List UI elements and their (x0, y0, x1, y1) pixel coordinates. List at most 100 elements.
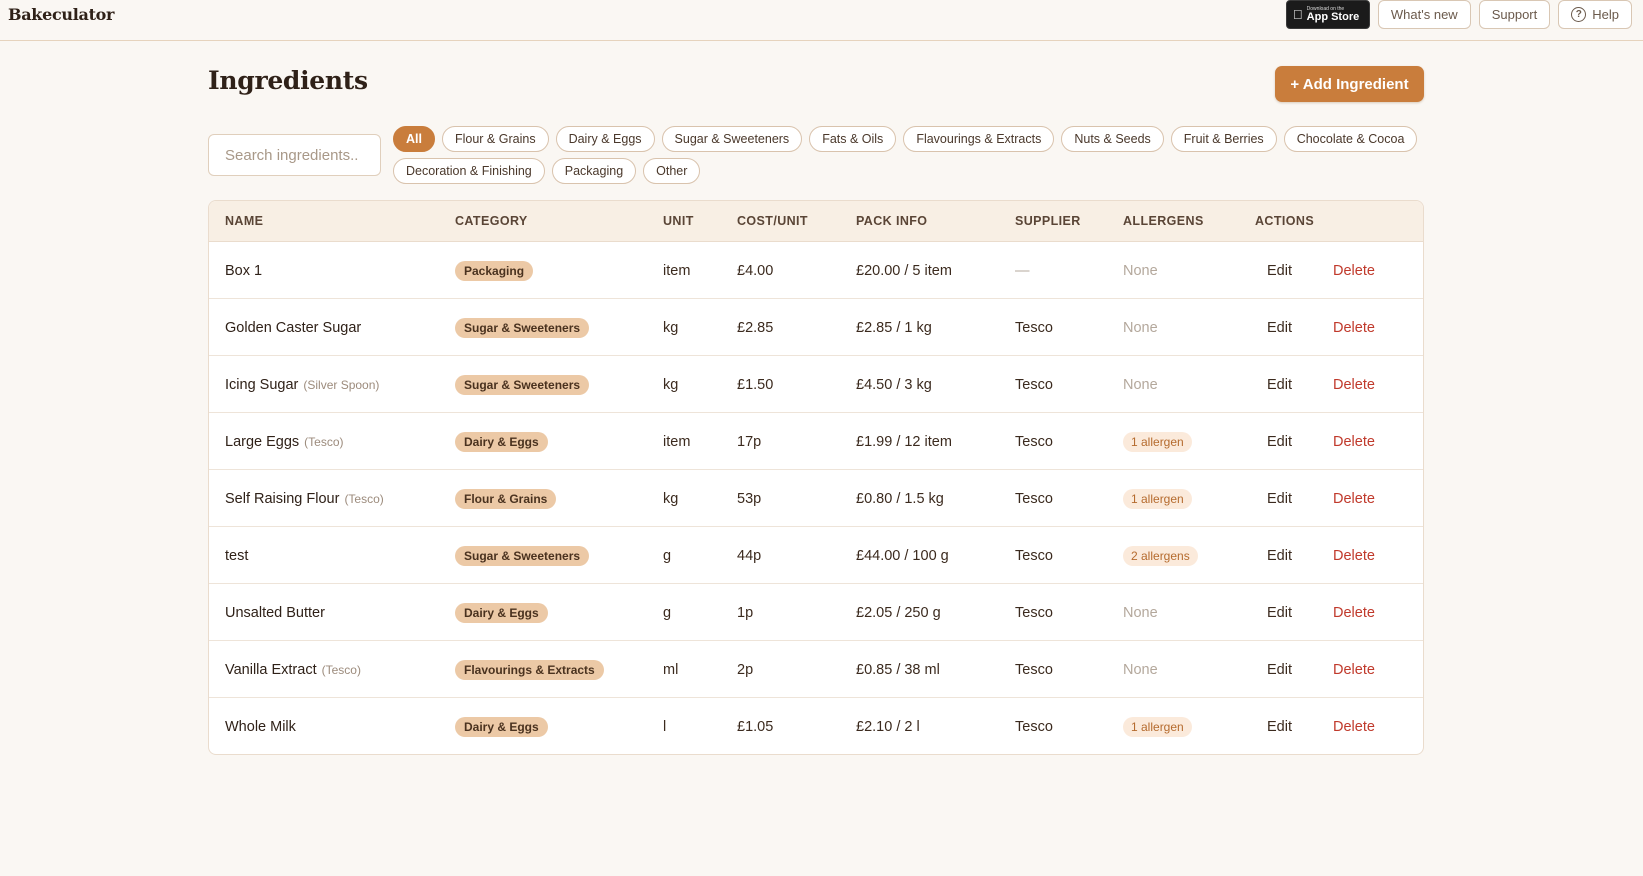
delete-button[interactable]: Delete (1333, 641, 1375, 698)
ingredient-name: test (225, 547, 249, 564)
cell-name: Vanilla Extract (Tesco) (225, 641, 361, 698)
header-supplier[interactable]: SUPPLIER (1015, 214, 1081, 228)
delete-button[interactable]: Delete (1333, 299, 1375, 356)
cell-allergens: 1 allergen (1123, 698, 1192, 754)
filter-chip[interactable]: Packaging (551, 158, 637, 184)
nav-actions:  Download on the App Store What's new S… (1285, 0, 1632, 29)
table-row[interactable]: Vanilla Extract (Tesco) Flavourings & Ex… (209, 641, 1423, 698)
table-row[interactable]: Whole Milk Dairy & Eggs l £1.05 £2.10 / … (209, 698, 1423, 754)
cell-allergens: None (1123, 356, 1158, 413)
filter-chip[interactable]: Flour & Grains (441, 126, 549, 152)
cell-supplier: — (1015, 262, 1030, 279)
table-row[interactable]: Box 1 Packaging item £4.00 £20.00 / 5 it… (209, 242, 1423, 299)
category-badge: Dairy & Eggs (455, 602, 548, 623)
filter-chip[interactable]: All (393, 126, 435, 152)
help-button[interactable]: ? Help (1558, 0, 1632, 29)
cell-name: Icing Sugar (Silver Spoon) (225, 356, 379, 413)
edit-button[interactable]: Edit (1267, 413, 1292, 470)
table-row[interactable]: Unsalted Butter Dairy & Eggs g 1p £2.05 … (209, 584, 1423, 641)
cell-unit: ml (663, 661, 679, 678)
add-ingredient-button[interactable]: + Add Ingredient (1275, 66, 1424, 102)
filter-chip[interactable]: Nuts & Seeds (1061, 126, 1164, 152)
edit-button[interactable]: Edit (1267, 470, 1292, 527)
cell-unit: kg (663, 319, 679, 336)
filter-chip[interactable]: Decoration & Finishing (393, 158, 545, 184)
filter-chip[interactable]: Dairy & Eggs (555, 126, 655, 152)
app-store-badge[interactable]:  Download on the App Store (1285, 0, 1370, 29)
ingredient-name: Vanilla Extract (225, 661, 317, 678)
cell-pack-info: £0.80 / 1.5 kg (856, 490, 944, 507)
ingredient-brand: (Silver Spoon) (303, 377, 380, 392)
header-unit[interactable]: UNIT (663, 214, 694, 228)
edit-button[interactable]: Edit (1267, 356, 1292, 413)
filter-chip[interactable]: Flavourings & Extracts (903, 126, 1055, 152)
brand-logo[interactable]: Bakeculator (8, 5, 114, 24)
top-nav: Bakeculator  Download on the App Store … (0, 0, 1643, 41)
delete-button[interactable]: Delete (1333, 584, 1375, 641)
cell-cost-unit: £1.05 (737, 718, 774, 735)
apple-icon:  (1293, 8, 1303, 21)
ingredients-table: NAME CATEGORY UNIT COST/UNIT PACK INFO S… (208, 200, 1424, 755)
cell-cost-unit: 17p (737, 433, 762, 450)
support-button[interactable]: Support (1478, 0, 1551, 29)
delete-button[interactable]: Delete (1333, 698, 1375, 754)
cell-cost-unit: 53p (737, 490, 762, 507)
cell-supplier: Tesco (1015, 376, 1053, 393)
filter-row: Decoration & Finishing Packaging Other (393, 158, 1428, 184)
cell-allergens: 1 allergen (1123, 470, 1192, 527)
cell-name: Whole Milk (225, 698, 301, 754)
edit-button[interactable]: Edit (1267, 584, 1292, 641)
table-row[interactable]: Golden Caster Sugar Sugar & Sweeteners k… (209, 299, 1423, 356)
edit-button[interactable]: Edit (1267, 698, 1292, 754)
delete-button[interactable]: Delete (1333, 242, 1375, 299)
category-badge: Sugar & Sweeteners (455, 317, 590, 338)
table-row[interactable]: Self Raising Flour (Tesco) Flour & Grain… (209, 470, 1423, 527)
cell-unit: l (663, 718, 667, 735)
header-allergens[interactable]: ALLERGENS (1123, 214, 1204, 228)
cell-category: Flour & Grains (455, 470, 557, 527)
whats-new-label: What's new (1390, 7, 1458, 22)
cell-allergens: None (1123, 299, 1158, 356)
cell-name: Large Eggs (Tesco) (225, 413, 344, 470)
filter-chip[interactable]: Chocolate & Cocoa (1283, 126, 1418, 152)
delete-button[interactable]: Delete (1333, 470, 1375, 527)
category-badge: Sugar & Sweeteners (455, 374, 590, 395)
filter-chip[interactable]: Fats & Oils (809, 126, 897, 152)
cell-name: Box 1 (225, 242, 267, 299)
cell-category: Dairy & Eggs (455, 584, 548, 641)
cell-unit: g (663, 604, 672, 621)
cell-pack-info: £2.10 / 2 l (856, 718, 920, 735)
ingredient-brand: (Tesco) (321, 662, 361, 677)
cell-supplier: Tesco (1015, 604, 1053, 621)
allergen-status: None (1123, 262, 1158, 279)
table-row[interactable]: test Sugar & Sweeteners g 44p £44.00 / 1… (209, 527, 1423, 584)
cell-pack-info: £4.50 / 3 kg (856, 376, 932, 393)
filter-chip[interactable]: Other (643, 158, 701, 184)
edit-button[interactable]: Edit (1267, 299, 1292, 356)
filter-chip[interactable]: Sugar & Sweeteners (661, 126, 803, 152)
delete-button[interactable]: Delete (1333, 356, 1375, 413)
delete-button[interactable]: Delete (1333, 413, 1375, 470)
cell-unit: kg (663, 490, 679, 507)
edit-button[interactable]: Edit (1267, 242, 1292, 299)
category-badge: Flour & Grains (455, 488, 557, 509)
header-name[interactable]: NAME (225, 214, 263, 228)
search-input[interactable] (208, 134, 381, 176)
cell-supplier: Tesco (1015, 718, 1053, 735)
header-category[interactable]: CATEGORY (455, 214, 528, 228)
filter-chip[interactable]: Fruit & Berries (1170, 126, 1277, 152)
whats-new-button[interactable]: What's new (1377, 0, 1471, 29)
cell-supplier: Tesco (1015, 547, 1053, 564)
edit-button[interactable]: Edit (1267, 527, 1292, 584)
page-title: Ingredients (208, 66, 368, 95)
header-cost-unit[interactable]: COST/UNIT (737, 214, 808, 228)
category-badge: Flavourings & Extracts (455, 659, 604, 680)
table-row[interactable]: Icing Sugar (Silver Spoon) Sugar & Sweet… (209, 356, 1423, 413)
table-row[interactable]: Large Eggs (Tesco) Dairy & Eggs item 17p… (209, 413, 1423, 470)
allergen-status: None (1123, 376, 1158, 393)
header-pack-info[interactable]: PACK INFO (856, 214, 927, 228)
ingredient-name: Box 1 (225, 262, 263, 279)
cell-category: Sugar & Sweeteners (455, 299, 590, 356)
edit-button[interactable]: Edit (1267, 641, 1292, 698)
delete-button[interactable]: Delete (1333, 527, 1375, 584)
